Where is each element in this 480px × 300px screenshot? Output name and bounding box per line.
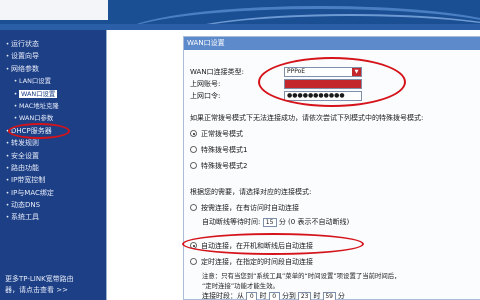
bullet-icon: • <box>13 78 18 86</box>
dial-mode-option[interactable]: 正常拨号模式 <box>190 129 243 139</box>
sidebar-item[interactable]: • 动态DNS <box>0 199 106 211</box>
radio-scheduled[interactable] <box>190 258 197 265</box>
sidebar-item-label: WAN口设置 <box>19 89 58 98</box>
radio-dial-mode[interactable] <box>190 130 197 137</box>
bullet-icon: • <box>5 140 10 148</box>
bullet-icon: • <box>5 214 10 222</box>
radio-on-demand[interactable] <box>190 204 197 211</box>
conn-mode-scheduled-label: 定时连接，在指定的时间段自动连接 <box>201 258 313 266</box>
sidebar-item[interactable]: • WAN口设置 <box>0 88 106 100</box>
idle-time-input[interactable]: 15 <box>262 217 277 227</box>
period-from-hour[interactable]: 0 <box>246 291 258 300</box>
more-products-line1[interactable]: 更多TP-LINK宽带路由 <box>5 274 74 285</box>
bullet-icon: • <box>5 65 10 73</box>
sidebar-item[interactable]: • 转发规则 <box>0 137 106 149</box>
sidebar-item[interactable]: • IP与MAC绑定 <box>0 187 106 199</box>
schedule-period-row: 连接时段：从 0 时 0 分到 23 时 59 分 <box>202 291 345 300</box>
min-unit: 分 <box>337 292 345 300</box>
dial-mode-label: 特殊拨号模式1 <box>201 146 248 154</box>
panel-title: WAN口设置 <box>184 37 480 50</box>
bullet-icon: • <box>13 115 18 123</box>
schedule-note-line1: 注意：只有当您到“系统工具”菜单的“时间设置”项设置了当前时间后， <box>202 272 401 280</box>
sidebar-item[interactable]: • LAN口设置 <box>0 75 106 87</box>
radio-dial-mode[interactable] <box>190 162 197 169</box>
schedule-note-line2: “定时连接”功能才能生效。 <box>202 282 279 290</box>
dial-mode-option[interactable]: 特殊拨号模式2 <box>190 161 247 171</box>
bullet-icon: • <box>5 177 10 185</box>
sidebar-item-label: 系统工具 <box>11 213 39 222</box>
sidebar-item[interactable]: • 路由功能 <box>0 162 106 174</box>
to-word: 分到 <box>281 292 296 300</box>
header-banner <box>0 0 480 30</box>
idle-time-label: 自动断线等待时间: <box>202 218 261 226</box>
radio-dial-mode[interactable] <box>190 146 197 153</box>
sidebar-item-label: WAN口参数 <box>19 114 54 123</box>
conn-mode-on-demand[interactable]: 按需连接，在有访问时自动连接 <box>190 203 299 213</box>
dial-mode-label: 正常拨号模式 <box>201 130 243 138</box>
connection-mode-hint: 根据您的需要，请选择对应的连接模式: <box>190 188 312 196</box>
sidebar-item-label: 网络参数 <box>11 64 39 73</box>
sidebar-item[interactable]: • 设置向导 <box>0 50 106 62</box>
highlight-oval-auto-connect <box>182 233 364 255</box>
sidebar-item-label: LAN口设置 <box>19 77 52 86</box>
main-content: WAN口设置 WAN口连接类型: PPPoE ▼ 上网账号: 上网口令: ●●●… <box>106 30 480 300</box>
banner-logo-area <box>0 0 108 20</box>
hour-unit: 时 <box>259 292 267 300</box>
dial-mode-option[interactable]: 特殊拨号模式1 <box>190 145 247 155</box>
conn-mode-on-demand-label: 按需连接，在有访问时自动连接 <box>201 204 299 212</box>
sidebar-item-label: IP带宽控制 <box>11 176 46 185</box>
sidebar-item-label: IP与MAC绑定 <box>11 188 54 197</box>
sidebar-item-label: 设置向导 <box>11 52 39 61</box>
more-products-link[interactable]: 更多TP-LINK宽带路由 器，请点击查看 >> <box>5 274 74 296</box>
sidebar-item-label: 转发规则 <box>11 139 39 148</box>
dial-mode-label: 特殊拨号模式2 <box>201 162 248 170</box>
highlight-oval-wan <box>8 123 70 139</box>
period-to-hour[interactable]: 23 <box>298 291 312 300</box>
sidebar-item[interactable]: • 安全设置 <box>0 150 106 162</box>
idle-time-suffix: 分 (0 表示不自动断线) <box>278 218 350 226</box>
period-from-minute[interactable]: 0 <box>268 291 280 300</box>
sidebar-item[interactable]: • 系统工具 <box>0 211 106 223</box>
wan-settings-panel: WAN口设置 WAN口连接类型: PPPoE ▼ 上网账号: 上网口令: ●●●… <box>182 36 480 300</box>
sidebar-item-label: 动态DNS <box>11 201 41 210</box>
password-label: 上网口令: <box>190 92 221 100</box>
sidebar-item[interactable]: • IP带宽控制 <box>0 174 106 186</box>
connection-type-label: WAN口连接类型: <box>190 68 244 76</box>
bullet-icon: • <box>5 53 10 61</box>
conn-mode-scheduled[interactable]: 定时连接，在指定的时间段自动连接 <box>190 257 313 267</box>
period-label: 连接时段：从 <box>202 292 244 300</box>
sidebar: • 运行状态 • 设置向导 • 网络参数 • LAN口设置 • WAN口设置 • MAC地址克隆 • WA… <box>0 30 106 300</box>
sidebar-item-label: 路由功能 <box>11 163 39 172</box>
sidebar-item[interactable]: • 网络参数 <box>0 63 106 75</box>
idle-time-row: 自动断线等待时间: 15 分 (0 表示不自动断线) <box>202 217 349 227</box>
sidebar-item-label: 安全设置 <box>11 151 39 160</box>
username-label: 上网账号: <box>190 80 221 88</box>
sidebar-item[interactable]: • 运行状态 <box>0 38 106 50</box>
sidebar-item[interactable]: • MAC地址克隆 <box>0 100 106 112</box>
sidebar-item-label: MAC地址克隆 <box>19 101 59 110</box>
dial-mode-hint: 如果正常拨号模式下无法连接成功，请依次尝试下列模式中的特殊拨号模式: <box>190 114 424 122</box>
highlight-oval-credentials <box>258 57 406 107</box>
sidebar-item-label: 运行状态 <box>11 40 39 48</box>
hour-unit-2: 时 <box>313 292 321 300</box>
more-products-line2[interactable]: 器，请点击查看 >> <box>5 285 74 296</box>
period-to-minute[interactable]: 59 <box>322 291 336 300</box>
